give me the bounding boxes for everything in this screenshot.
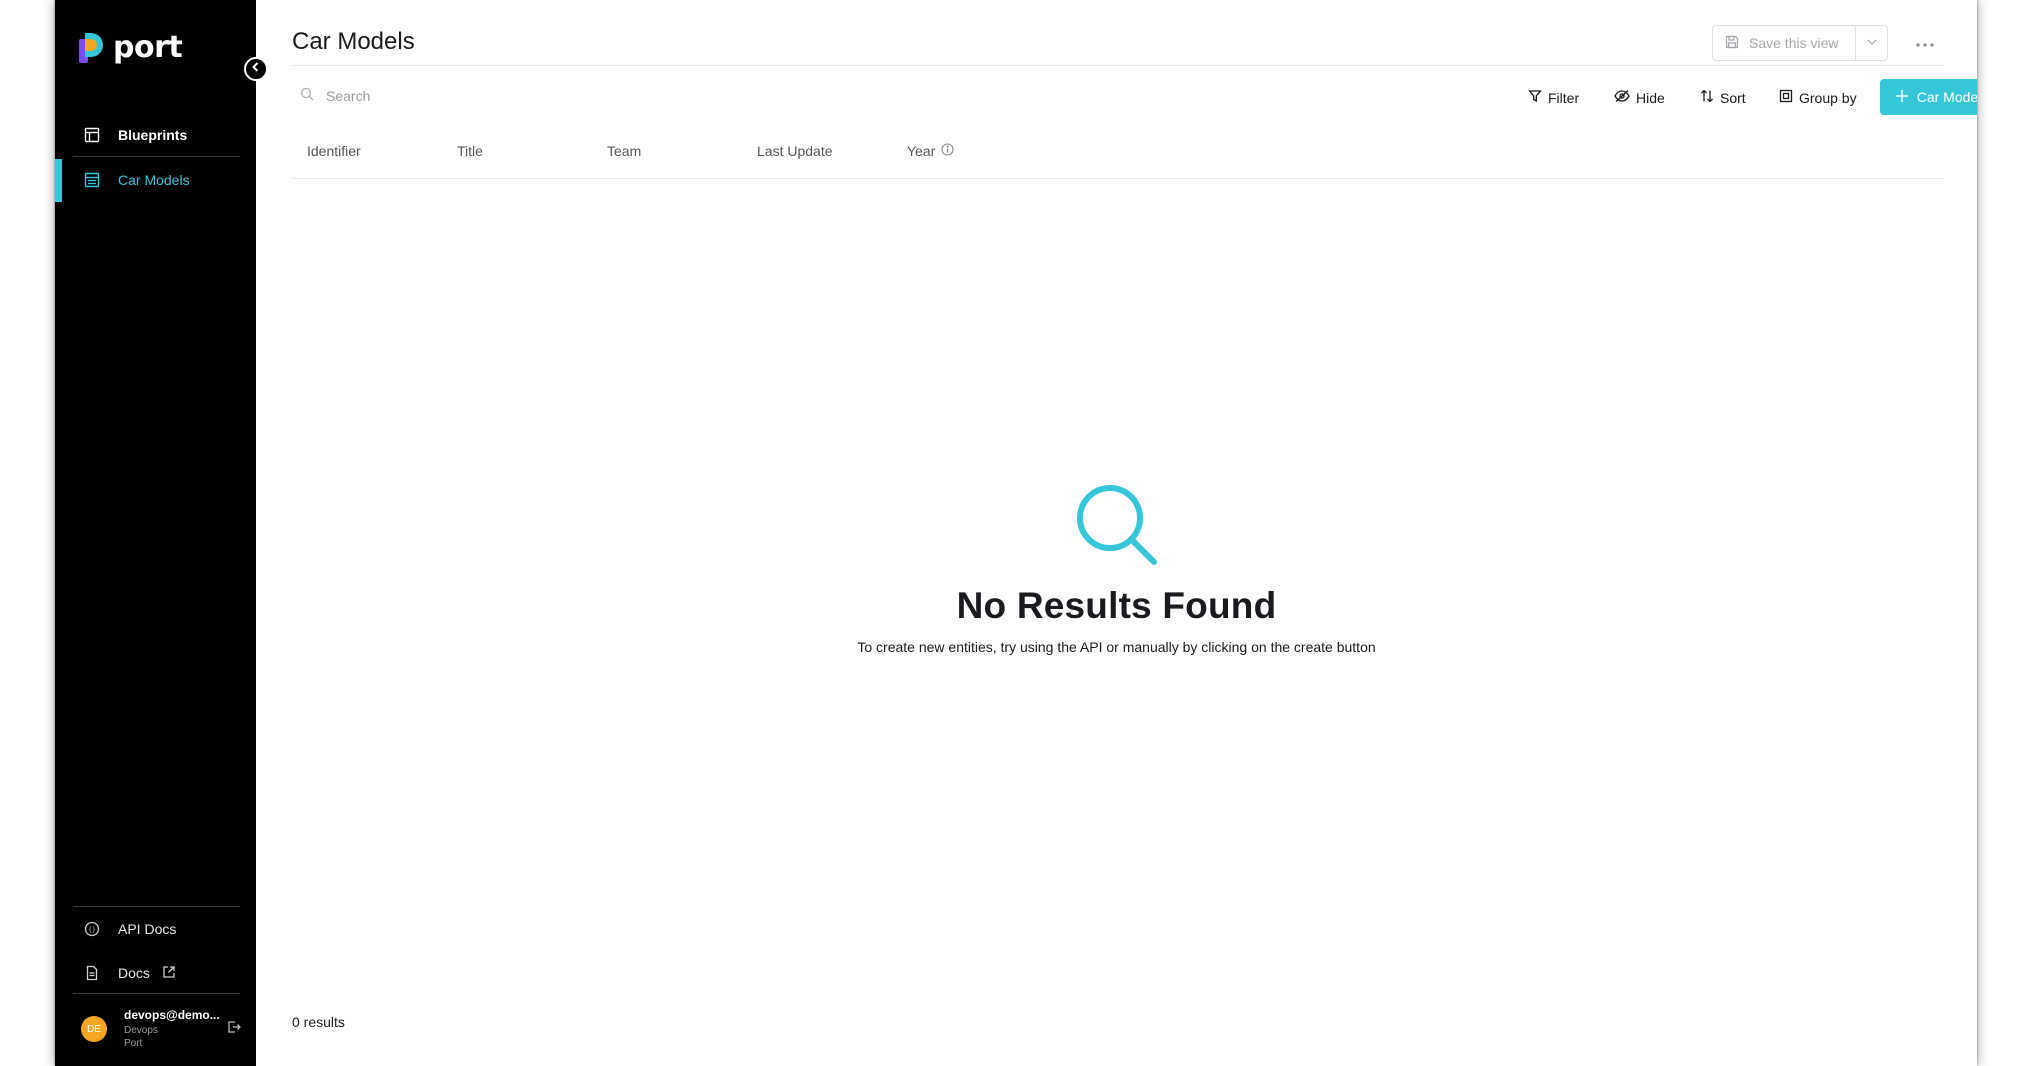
sidebar: port Blueprints Car Models {} API Docs D…: [55, 0, 268, 1066]
column-label: Title: [457, 143, 483, 159]
avatar: DE: [81, 1016, 107, 1042]
user-profile[interactable]: DE devops@demo... Devops Port: [81, 1008, 241, 1056]
column-header-title[interactable]: Title: [457, 143, 483, 159]
column-header-team[interactable]: Team: [607, 143, 641, 159]
sidebar-item-docs[interactable]: Docs: [83, 964, 176, 982]
save-view-label: Save this view: [1749, 35, 1839, 51]
plus-icon: [1895, 89, 1909, 106]
sidebar-item-label: Car Models: [118, 171, 190, 188]
search-large-icon: [1070, 480, 1164, 579]
port-logo-icon: [79, 32, 103, 63]
empty-state-title: No Results Found: [956, 585, 1277, 626]
column-header-identifier[interactable]: Identifier: [307, 143, 361, 159]
filter-label: Filter: [1548, 89, 1580, 106]
chevron-down-icon: [1866, 35, 1878, 51]
collapse-sidebar-button[interactable]: [244, 57, 268, 81]
sidebar-item-blueprints[interactable]: Blueprints: [55, 112, 256, 157]
search-icon: [300, 87, 314, 106]
sidebar-item-api-docs[interactable]: {} API Docs: [83, 920, 176, 938]
column-label: Identifier: [307, 143, 361, 159]
save-view-control: Save this view: [1712, 25, 1888, 61]
blueprint-icon: [83, 126, 101, 144]
more-horizontal-icon: [1916, 34, 1934, 52]
save-view-dropdown-button[interactable]: [1855, 26, 1887, 60]
svg-text:{}: {}: [88, 927, 96, 934]
group-icon: [1779, 89, 1793, 106]
empty-state: No Results Found To create new entities,…: [256, 480, 1977, 655]
search-bar: [300, 84, 700, 108]
logo-text: port: [113, 30, 183, 65]
search-input[interactable]: [326, 88, 626, 104]
filter-button[interactable]: Filter: [1528, 89, 1579, 106]
column-header-last-update[interactable]: Last Update: [757, 143, 833, 159]
table-icon: [83, 171, 101, 189]
document-icon: [83, 964, 101, 982]
more-options-button[interactable]: [1910, 30, 1940, 56]
user-team: Devops: [124, 1024, 158, 1036]
user-info: devops@demo... Devops Port: [124, 1008, 220, 1050]
column-label: Team: [607, 143, 642, 159]
create-car-model-button[interactable]: Car Model: [1880, 79, 1977, 115]
sort-icon: [1700, 89, 1714, 106]
results-count: 0 results: [292, 1014, 345, 1030]
sidebar-item-label: API Docs: [118, 921, 177, 937]
eye-off-icon: [1614, 89, 1630, 106]
user-email: devops@demo...: [124, 1008, 220, 1022]
logout-icon[interactable]: [227, 1020, 241, 1039]
create-button-label: Car Model: [1916, 89, 1977, 105]
sidebar-divider: [73, 993, 240, 994]
sidebar-nav: Blueprints Car Models: [55, 112, 256, 202]
sidebar-item-label: Blueprints: [118, 126, 188, 143]
save-view-button[interactable]: Save this view: [1713, 26, 1855, 60]
sort-label: Sort: [1720, 89, 1746, 106]
column-header-year[interactable]: Year: [907, 143, 954, 159]
hide-label: Hide: [1636, 89, 1665, 106]
logo[interactable]: port: [79, 30, 183, 65]
table-header: Identifier Title Team Last Update Year: [292, 131, 1944, 179]
info-icon[interactable]: [941, 143, 954, 159]
chevron-left-icon: [250, 60, 262, 78]
sidebar-item-label: Docs: [118, 965, 150, 981]
column-label: Year: [907, 143, 936, 159]
app-window: port Blueprints Car Models {} API Docs D…: [55, 0, 1977, 1066]
empty-state-subtitle: To create new entities, try using the AP…: [857, 639, 1376, 655]
header-divider: [292, 65, 1944, 66]
group-by-label: Group by: [1799, 89, 1857, 106]
sidebar-item-car-models[interactable]: Car Models: [55, 157, 256, 202]
sort-button[interactable]: Sort: [1700, 89, 1746, 106]
save-icon: [1725, 35, 1739, 52]
hide-button[interactable]: Hide: [1614, 89, 1665, 106]
page-title: Car Models: [292, 28, 415, 55]
sidebar-divider: [73, 906, 240, 907]
main-content: Car Models Save this view Search Filter …: [256, 0, 1977, 1066]
api-icon: {}: [83, 920, 101, 938]
external-link-icon: [162, 965, 176, 982]
group-by-button[interactable]: Group by: [1779, 89, 1857, 106]
column-label: Last Update: [757, 143, 833, 159]
user-org: Port: [124, 1037, 143, 1049]
filter-icon: [1528, 89, 1542, 106]
